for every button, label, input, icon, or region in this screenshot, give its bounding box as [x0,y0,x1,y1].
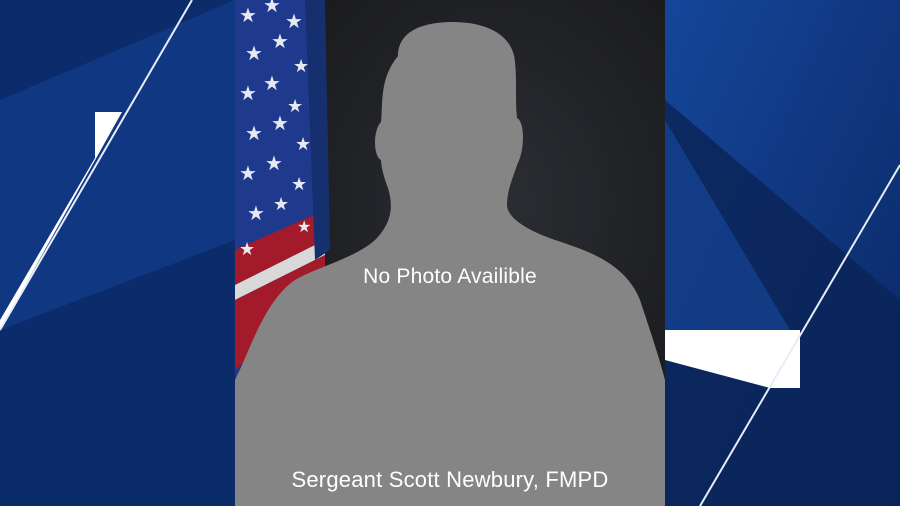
svg-text:★: ★ [263,0,281,17]
svg-text:★: ★ [263,73,281,95]
svg-text:★: ★ [247,203,265,225]
photo-frame: ★ ★ ★ ★ ★ ★ ★ ★ ★ ★ ★ ★ ★ ★ ★ ★ ★ ★ ★ No… [235,0,665,506]
no-photo-label: No Photo Availible [363,265,537,288]
photo-caption: Sergeant Scott Newbury, FMPD [291,467,609,492]
svg-text:★: ★ [295,134,311,154]
svg-text:★: ★ [297,219,311,236]
svg-text:★: ★ [273,194,289,214]
svg-text:★: ★ [239,5,257,27]
svg-text:★: ★ [239,239,255,259]
svg-text:★: ★ [239,163,257,185]
svg-text:★: ★ [239,83,257,105]
svg-text:★: ★ [287,96,303,116]
svg-text:★: ★ [293,56,309,76]
svg-text:★: ★ [245,123,263,145]
svg-text:★: ★ [285,11,303,33]
svg-text:★: ★ [265,153,283,175]
svg-text:★: ★ [271,31,289,53]
svg-text:★: ★ [271,113,289,135]
svg-text:★: ★ [291,174,307,194]
svg-text:★: ★ [245,43,263,65]
